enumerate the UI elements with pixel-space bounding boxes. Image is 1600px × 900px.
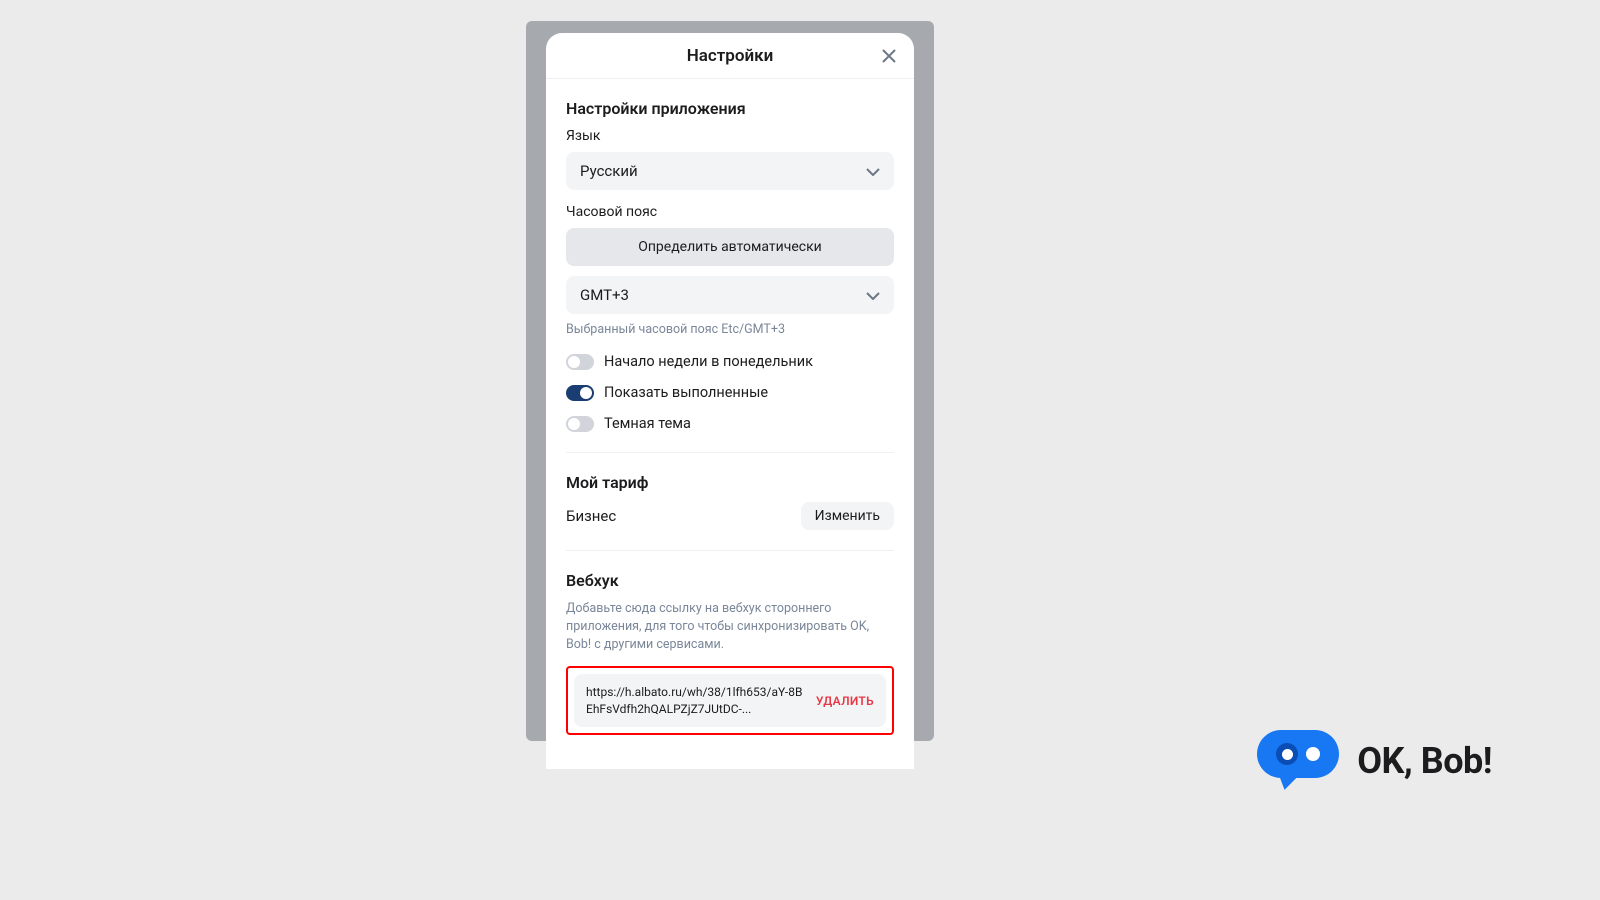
toggle-show-completed[interactable] [566,385,594,401]
modal-title: Настройки [687,46,774,66]
toggle-week-start[interactable] [566,354,594,370]
auto-detect-label: Определить автоматически [638,239,822,255]
toggle-row-week-start: Начало недели в понедельник [566,353,894,370]
section-tariff: Мой тариф Бизнес Изменить [566,473,894,551]
settings-modal: Настройки Настройки приложения Язык Русс… [546,33,914,769]
modal-body: Настройки приложения Язык Русский Часово… [546,79,914,749]
webhook-box: https://h.albato.ru/wh/38/1lfh653/aY-8BE… [574,674,886,726]
timezone-label: Часовой пояс [566,204,894,220]
toggle-show-completed-label: Показать выполненные [604,384,768,401]
app-settings-heading: Настройки приложения [566,99,894,118]
toggle-row-dark-theme: Темная тема [566,415,894,432]
brand-logo: OK, Bob! [1257,730,1492,792]
chevron-down-icon [866,162,880,180]
toggle-dark-theme-label: Темная тема [604,415,691,432]
webhook-description: Добавьте сюда ссылку на вебхук стороннег… [566,600,894,654]
brand-name: OK, Bob! [1357,740,1492,782]
delete-webhook-button[interactable]: УДАЛИТЬ [816,694,874,708]
section-webhook: Вебхук Добавьте сюда ссылку на вебхук ст… [566,571,894,749]
language-label: Язык [566,128,894,144]
language-value: Русский [580,162,638,180]
modal-header: Настройки [546,33,914,79]
close-icon [881,48,897,64]
webhook-highlight-box: https://h.albato.ru/wh/38/1lfh653/aY-8BE… [566,666,894,734]
timezone-select[interactable]: GMT+3 [566,276,894,314]
toggle-week-start-label: Начало недели в понедельник [604,353,813,370]
toggle-dark-theme[interactable] [566,416,594,432]
section-app-settings: Настройки приложения Язык Русский Часово… [566,99,894,453]
change-tariff-label: Изменить [815,508,880,524]
brand-bubble-icon [1257,730,1339,792]
chevron-down-icon [866,286,880,304]
change-tariff-button[interactable]: Изменить [801,502,894,530]
timezone-hint: Выбранный часовой пояс Etc/GMT+3 [566,322,894,337]
tariff-heading: Мой тариф [566,473,894,492]
language-select[interactable]: Русский [566,152,894,190]
tariff-plan-name: Бизнес [566,507,616,525]
webhook-heading: Вебхук [566,571,894,590]
auto-detect-button[interactable]: Определить автоматически [566,228,894,266]
webhook-url[interactable]: https://h.albato.ru/wh/38/1lfh653/aY-8BE… [586,684,806,716]
timezone-value: GMT+3 [580,286,629,304]
tariff-row: Бизнес Изменить [566,502,894,530]
delete-webhook-label: УДАЛИТЬ [816,694,874,708]
close-button[interactable] [878,45,900,67]
toggle-row-show-completed: Показать выполненные [566,384,894,401]
